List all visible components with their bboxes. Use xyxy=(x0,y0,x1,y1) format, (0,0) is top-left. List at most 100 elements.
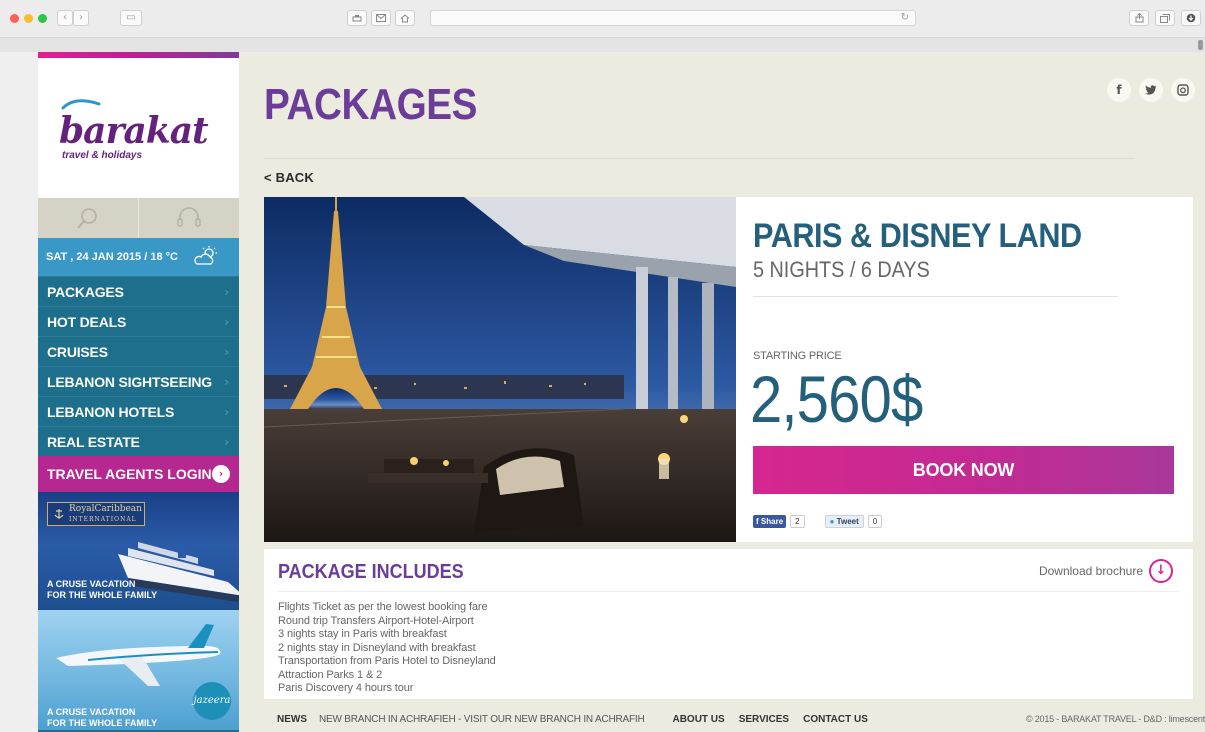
jazeera-airways-ad[interactable]: jazeera A CRUSE VACATION FOR THE WHOLE F… xyxy=(38,610,239,730)
download-arrow-icon: ↓ xyxy=(1149,559,1173,583)
jazeera-logo: jazeera xyxy=(193,682,231,720)
list-item: Paris Discovery 4 hours tour xyxy=(278,682,414,694)
logo-tagline: travel & holidays xyxy=(62,150,143,161)
sidebar: barakat travel & holidays SAT , 24 JAN 2… xyxy=(38,52,239,732)
book-now-button[interactable]: BOOK NOW xyxy=(753,446,1174,494)
news-label: NEWS xyxy=(277,713,307,725)
sidebar-item-lebanon-sightseeing[interactable]: LEBANON SIGHTSEEING › xyxy=(38,366,239,396)
search-icon[interactable] xyxy=(38,198,138,238)
logo-wordmark: barakat xyxy=(59,110,209,152)
sidebar-item-lebanon-hotels[interactable]: LEBANON HOTELS › xyxy=(38,396,239,426)
tweet-button[interactable]: ● Tweet xyxy=(824,515,864,528)
divider xyxy=(753,296,1118,297)
sidebar-item-real-estate[interactable]: REAL ESTATE › xyxy=(38,426,239,456)
reload-icon[interactable]: ↻ xyxy=(901,11,909,25)
sidebar-item-packages[interactable]: PACKAGES › xyxy=(38,276,239,306)
tabs-icon[interactable] xyxy=(1155,10,1175,26)
footer: NEWS NEW BRANCH IN ACHRAFIEH - VISIT OUR… xyxy=(264,706,1205,732)
package-price: 2,560$ xyxy=(750,362,923,436)
print-icon[interactable] xyxy=(347,10,367,26)
list-item: Transportation from Paris Hotel to Disne… xyxy=(278,655,496,667)
sidebar-item-cruises[interactable]: CRUISES › xyxy=(38,336,239,366)
twitter-icon[interactable] xyxy=(1139,78,1163,102)
ad-brand-sub: INTERNATIONAL xyxy=(69,515,137,523)
ad-caption-line: A CRUSE VACATION xyxy=(47,707,136,717)
section-title: PACKAGE INCLUDES xyxy=(278,561,464,583)
minimize-window-button[interactable] xyxy=(24,14,33,23)
home-icon[interactable] xyxy=(395,10,415,26)
arrow-right-circle-icon: › xyxy=(212,465,230,483)
travel-agents-login-label: TRAVEL AGENTS LOGIN xyxy=(47,466,212,482)
headset-icon[interactable] xyxy=(138,198,239,238)
list-item: 2 nights stay in Disneyland with breakfa… xyxy=(278,641,476,654)
chevron-right-icon: › xyxy=(224,315,229,329)
download-brochure-label: Download brochure xyxy=(1038,564,1143,578)
instagram-icon[interactable] xyxy=(1171,78,1195,102)
download-brochure-link[interactable]: Download brochure ↓ xyxy=(1039,559,1173,583)
facebook-icon: f xyxy=(756,517,759,526)
package-info-panel: PARIS & DISNEY LAND 5 NIGHTS / 6 DAYS ST… xyxy=(736,197,1193,542)
downloads-icon[interactable] xyxy=(1181,10,1201,26)
chevron-right-icon: › xyxy=(224,375,229,389)
chevron-right-icon: › xyxy=(224,285,229,299)
share-icon[interactable] xyxy=(1129,10,1149,26)
address-bar[interactable]: ↻ xyxy=(430,10,916,26)
sidebar-item-label: REAL ESTATE xyxy=(47,433,140,450)
anchor-crown-icon xyxy=(54,509,64,519)
footer-link-contact-us[interactable]: CONTACT US xyxy=(803,714,868,725)
twitter-icon: ● xyxy=(829,517,835,526)
facebook-icon[interactable]: f xyxy=(1107,78,1131,102)
includes-list: Flights Ticket as per the lowest booking… xyxy=(278,601,496,696)
copyright: © 2015 - BARAKAT TRAVEL - D&D : limescen… xyxy=(1026,714,1205,724)
chevron-right-icon: › xyxy=(224,435,229,449)
sidebar-item-label: HOT DEALS xyxy=(47,313,127,330)
list-item: Flights Ticket as per the lowest booking… xyxy=(278,601,488,613)
sidebar-item-label: LEBANON SIGHTSEEING xyxy=(47,373,212,390)
sidebar-toggle-button[interactable]: ▭ xyxy=(120,10,142,26)
list-item: 3 nights stay in Paris with breakfast xyxy=(278,628,447,640)
list-item: Round trip Transfers Airport-Hotel-Airpo… xyxy=(278,614,474,627)
scroll-track xyxy=(0,38,1205,52)
facebook-share-count: 2 xyxy=(790,515,805,528)
browser-toolbar: ‹ › ▭ ↻ xyxy=(0,0,1205,38)
divider xyxy=(278,591,1178,592)
page-title: PACKAGES xyxy=(264,80,478,129)
browser-forward-button[interactable]: › xyxy=(73,10,89,26)
package-includes-section: PACKAGE INCLUDES Download brochure ↓ Fli… xyxy=(264,549,1193,699)
main-content: PACKAGES f < BACK PARIS & DISNEY LAND 5 … xyxy=(239,52,1205,732)
sidebar-item-hot-deals[interactable]: HOT DEALS › xyxy=(38,306,239,336)
facebook-share-button[interactable]: f Share xyxy=(753,515,787,528)
weather-bar: SAT , 24 JAN 2015 / 18 °C xyxy=(38,238,239,276)
footer-link-about-us[interactable]: ABOUT US xyxy=(672,714,724,725)
tweet-label: Tweet xyxy=(836,517,859,526)
zoom-window-button[interactable] xyxy=(38,14,47,23)
tweet-count: 0 xyxy=(867,515,883,528)
mail-icon[interactable] xyxy=(371,10,391,26)
partly-cloudy-icon xyxy=(194,246,217,265)
chevron-right-icon: › xyxy=(224,405,229,419)
sidebar-item-label: CRUISES xyxy=(47,343,108,360)
package-title: PARIS & DISNEY LAND xyxy=(753,217,1082,255)
news-ticker[interactable]: NEW BRANCH IN ACHRAFIEH - VISIT OUR NEW … xyxy=(319,714,645,725)
ad-brand: RoyalCaribbean xyxy=(69,503,142,514)
travel-agents-login-button[interactable]: TRAVEL AGENTS LOGIN › xyxy=(38,456,239,492)
close-window-button[interactable] xyxy=(10,14,19,23)
browser-back-button[interactable]: ‹ xyxy=(57,10,73,26)
back-link[interactable]: < BACK xyxy=(264,170,314,185)
ad-caption: A CRUSE VACATION FOR THE WHOLE FAMILY xyxy=(47,579,157,601)
utility-icons xyxy=(38,198,239,238)
royal-caribbean-logo: RoyalCaribbean INTERNATIONAL xyxy=(47,502,145,526)
footer-link-services[interactable]: SERVICES xyxy=(739,714,789,725)
sidebar-item-label: PACKAGES xyxy=(47,283,124,300)
package-hero-image xyxy=(264,197,736,542)
list-item: Attraction Parks 1 & 2 xyxy=(278,668,383,681)
facebook-share-label: Share xyxy=(760,517,784,526)
ad-caption-line: FOR THE WHOLE FAMILY xyxy=(47,590,158,600)
logo[interactable]: barakat travel & holidays xyxy=(38,58,239,198)
royal-caribbean-ad[interactable]: RoyalCaribbean INTERNATIONAL A CRUSE VAC… xyxy=(38,492,239,610)
social-links: f xyxy=(1107,78,1195,102)
ad-caption: A CRUSE VACATION FOR THE WHOLE FAMILY xyxy=(47,707,157,729)
ad-caption-line: FOR THE WHOLE FAMILY xyxy=(47,718,158,728)
scrollbar[interactable] xyxy=(1198,40,1203,50)
share-row: f Share 2 ● Tweet 0 xyxy=(753,515,883,528)
